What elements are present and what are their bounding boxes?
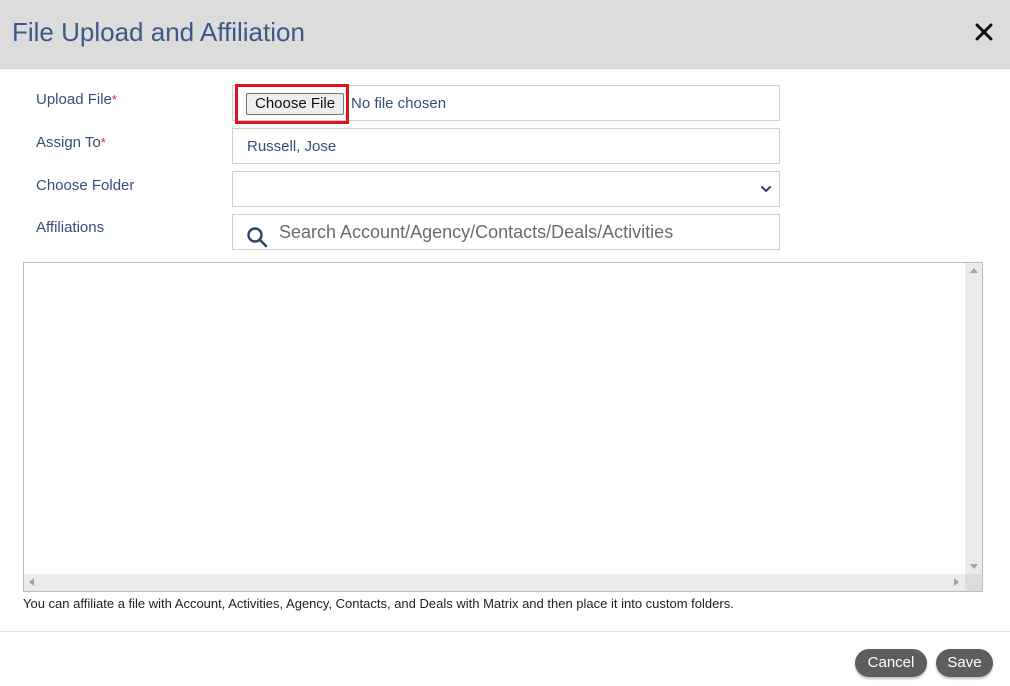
- affiliations-list[interactable]: [23, 262, 983, 592]
- upload-file-label-text: Upload File: [36, 91, 112, 108]
- affiliations-label: Affiliations: [36, 219, 105, 236]
- assign-to-value: Russell, Jose: [247, 138, 337, 155]
- choose-file-highlight: [235, 84, 349, 124]
- required-mark: *: [100, 135, 106, 150]
- scrollbar-corner: [965, 574, 982, 591]
- choose-folder-label: Choose Folder: [36, 177, 135, 194]
- assign-to-label: Assign To*: [36, 134, 106, 152]
- upload-file-label: Upload File*: [36, 91, 117, 109]
- scroll-down-arrow-icon[interactable]: [970, 564, 978, 569]
- affiliation-hint-text: You can affiliate a file with Account, A…: [23, 596, 734, 611]
- horizontal-scrollbar[interactable]: [24, 574, 965, 591]
- scroll-up-arrow-icon[interactable]: [970, 268, 978, 273]
- search-icon: [247, 227, 268, 248]
- save-button[interactable]: Save: [936, 649, 993, 677]
- vertical-scrollbar[interactable]: [965, 263, 982, 574]
- cancel-button[interactable]: Cancel: [855, 649, 927, 677]
- scroll-left-arrow-icon[interactable]: [29, 578, 34, 586]
- affiliations-search-field: [232, 214, 780, 250]
- assign-to-label-text: Assign To: [36, 134, 101, 151]
- chevron-down-icon: [761, 186, 771, 192]
- dialog-header: File Upload and Affiliation: [0, 0, 1010, 69]
- affiliations-search-input[interactable]: [279, 215, 769, 249]
- file-status-text: No file chosen: [351, 95, 447, 112]
- assign-to-field[interactable]: Russell, Jose: [232, 128, 780, 164]
- required-mark: *: [111, 92, 117, 107]
- scroll-right-arrow-icon[interactable]: [954, 578, 959, 586]
- dialog-title: File Upload and Affiliation: [12, 17, 305, 47]
- choose-folder-select[interactable]: [232, 171, 780, 207]
- footer-divider: [0, 631, 1010, 632]
- close-icon[interactable]: [970, 18, 998, 46]
